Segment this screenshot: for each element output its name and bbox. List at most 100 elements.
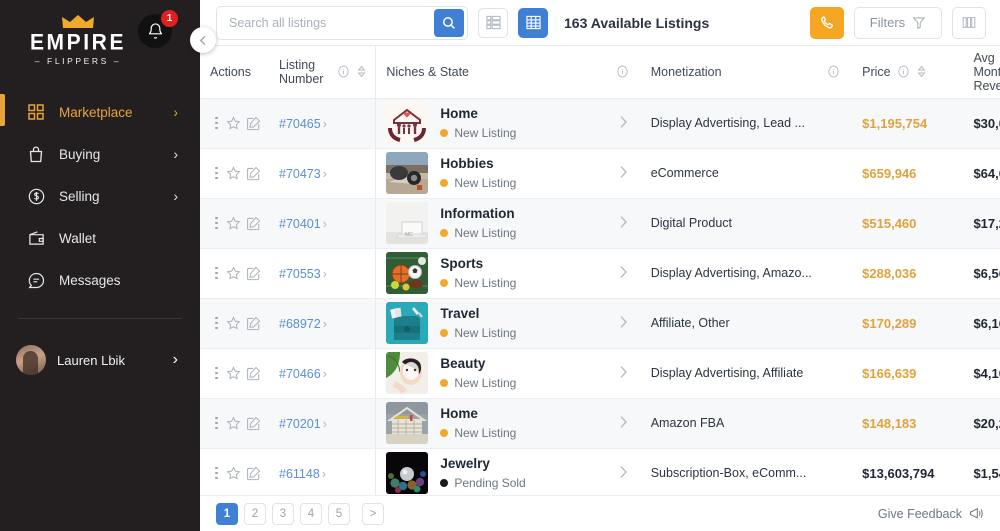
listing-number-link[interactable]: #70201› [279,417,327,431]
pagination-page-2[interactable]: 2 [244,503,266,525]
sidebar-item-selling[interactable]: Selling › [0,180,200,212]
sidebar-item-buying[interactable]: Buying › [0,138,200,170]
row-niche-cell[interactable]: Beauty New Listing [376,348,641,398]
star-outline-icon[interactable] [226,266,241,281]
kebab-menu-icon[interactable] [212,417,221,430]
kebab-menu-icon[interactable] [212,317,221,330]
listing-number-link[interactable]: #70473› [279,167,327,181]
avatar [16,345,46,375]
search-button[interactable] [434,9,464,37]
edit-square-icon[interactable] [246,216,261,231]
columns-button[interactable] [952,7,986,39]
chevron-right-icon[interactable] [618,365,641,382]
kebab-menu-icon[interactable] [212,217,221,230]
table-row[interactable]: #70401› MC Information New Listing [200,198,1000,248]
row-actions-cell [200,198,269,248]
chevron-right-icon[interactable] [618,465,641,482]
give-feedback-button[interactable]: Give Feedback [878,506,984,521]
kebab-menu-icon[interactable] [212,467,221,480]
sidebar-item-wallet[interactable]: Wallet [0,222,200,254]
kebab-menu-icon[interactable] [212,367,221,380]
chevron-right-icon[interactable] [618,315,641,332]
table-row[interactable]: #70466› Beauty New Listing [200,348,1000,398]
row-niche-cell[interactable]: Home New Listing [376,398,641,448]
row-niche-cell[interactable]: Sports New Listing [376,248,641,298]
row-listing-number-cell[interactable]: #70401› [269,198,376,248]
listings-table-wrapper[interactable]: Actions Listing Number [200,46,1000,495]
info-icon[interactable] [897,65,910,78]
pagination-page-3[interactable]: 3 [272,503,294,525]
row-listing-number-cell[interactable]: #70466› [269,348,376,398]
search-box[interactable] [216,6,468,40]
chevron-right-icon[interactable] [618,415,641,432]
edit-square-icon[interactable] [246,366,261,381]
listing-number-link[interactable]: #68972› [279,317,327,331]
row-listing-number-cell[interactable]: #61148› [269,448,376,495]
sidebar-collapse-button[interactable] [190,27,216,53]
star-outline-icon[interactable] [226,166,241,181]
table-row[interactable]: #70473› Hobbies New Listing [200,148,1000,198]
row-listing-number-cell[interactable]: #70201› [269,398,376,448]
listing-number-link[interactable]: #70553› [279,267,327,281]
status-label: New Listing [454,326,516,340]
row-niche-cell[interactable]: Hobbies New Listing [376,148,641,198]
star-outline-icon[interactable] [226,366,241,381]
filters-button[interactable]: Filters [854,7,942,39]
view-toggle-table[interactable] [518,8,548,38]
kebab-menu-icon[interactable] [212,117,221,130]
star-outline-icon[interactable] [226,416,241,431]
pagination-page-4[interactable]: 4 [300,503,322,525]
row-listing-number-cell[interactable]: #70553› [269,248,376,298]
edit-square-icon[interactable] [246,116,261,131]
edit-square-icon[interactable] [246,266,261,281]
sort-icon[interactable] [916,65,927,78]
listing-number-link[interactable]: #70401› [279,217,327,231]
edit-square-icon[interactable] [246,466,261,481]
search-input[interactable] [229,16,434,30]
table-row[interactable]: #70465› Home New Listing [200,98,1000,148]
row-niche-cell[interactable]: Travel New Listing [376,298,641,348]
col-header-price[interactable]: Price [852,46,963,98]
edit-square-icon[interactable] [246,166,261,181]
star-outline-icon[interactable] [226,116,241,131]
table-row[interactable]: #70553› Sports New Listing [200,248,1000,298]
edit-square-icon[interactable] [246,416,261,431]
brand-logo[interactable]: EMPIRE – FLIPPERS – [18,14,138,66]
row-listing-number-cell[interactable]: #68972› [269,298,376,348]
table-row[interactable]: #70201› Home New Listing [200,398,1000,448]
info-icon[interactable] [337,65,350,78]
contact-phone-button[interactable] [810,7,844,39]
table-row[interactable]: #61148› Jewelry Pending Sold [200,448,1000,495]
listing-number-link[interactable]: #61148› [279,467,326,481]
view-toggle-list[interactable] [478,8,508,38]
pagination-page-5[interactable]: 5 [328,503,350,525]
col-header-avg-monthly-revenue[interactable]: Avg Monthly Revenue [963,46,1000,98]
star-outline-icon[interactable] [226,466,241,481]
col-header-listing-number[interactable]: Listing Number [269,46,376,98]
pagination-next[interactable]: > [362,503,384,525]
row-listing-number-cell[interactable]: #70473› [269,148,376,198]
kebab-menu-icon[interactable] [212,167,221,180]
chevron-right-icon[interactable] [618,165,641,182]
sort-icon[interactable] [356,65,367,78]
chevron-right-icon[interactable] [618,215,641,232]
star-outline-icon[interactable] [226,316,241,331]
table-row[interactable]: #68972› Travel New Listing [200,298,1000,348]
pagination-page-1[interactable]: 1 [216,503,238,525]
listing-number-link[interactable]: #70465› [279,117,327,131]
row-listing-number-cell[interactable]: #70465› [269,98,376,148]
star-outline-icon[interactable] [226,216,241,231]
info-icon[interactable] [827,65,840,78]
info-icon[interactable] [616,65,629,78]
row-niche-cell[interactable]: MC Information New Listing [376,198,641,248]
listing-number-link[interactable]: #70466› [279,367,327,381]
row-niche-cell[interactable]: Jewelry Pending Sold [376,448,641,495]
kebab-menu-icon[interactable] [212,267,221,280]
sidebar-user[interactable]: Lauren Lbik › [0,345,200,375]
chevron-right-icon[interactable] [618,265,641,282]
row-niche-cell[interactable]: Home New Listing [376,98,641,148]
edit-square-icon[interactable] [246,316,261,331]
chevron-right-icon[interactable] [618,115,641,132]
sidebar-item-messages[interactable]: Messages [0,264,200,296]
sidebar-item-marketplace[interactable]: Marketplace › [0,96,200,128]
